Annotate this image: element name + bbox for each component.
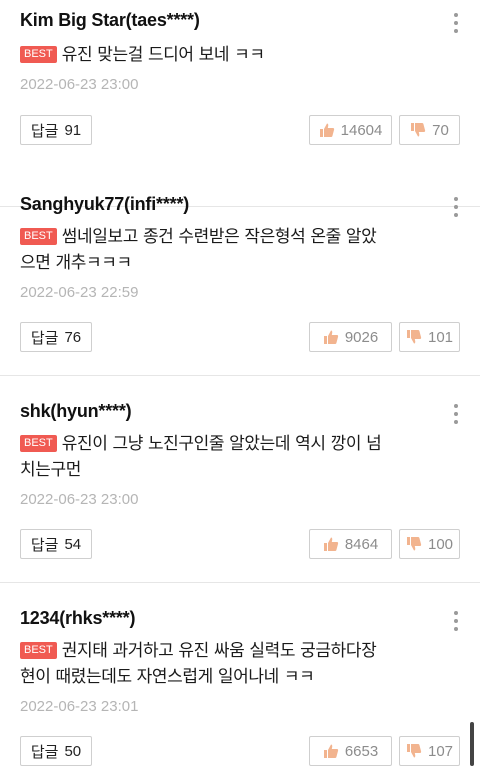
comment-text-line: 치는구먼 — [20, 460, 81, 480]
thumbs-down-icon — [406, 744, 422, 758]
comment-author[interactable]: shk(hyun****) — [20, 401, 132, 422]
comment-author[interactable]: Sanghyuk77(infi****) — [20, 194, 189, 215]
like-count: 8464 — [344, 535, 379, 553]
dislike-button[interactable]: 107 — [399, 736, 460, 766]
comment-text-line: 권지태 과거하고 유진 싸움 실력도 궁금하다장 — [61, 641, 377, 661]
like-button[interactable]: 6653 — [309, 736, 392, 766]
comment-item: Sanghyuk77(infi****) BEST 썸네일보고 종건 수련받은 작… — [0, 169, 480, 376]
more-options-icon[interactable] — [446, 10, 466, 36]
like-count: 9026 — [344, 328, 379, 346]
thumbs-down-icon — [406, 330, 422, 344]
comment-date: 2022-06-23 23:01 — [20, 698, 139, 715]
reply-label: 답글 — [30, 121, 59, 140]
like-button[interactable]: 8464 — [309, 529, 392, 559]
comment-text-line: 으면 개추ㅋㅋㅋ — [20, 253, 132, 273]
like-count: 6653 — [344, 742, 379, 760]
thumbs-up-icon — [323, 744, 338, 758]
comment-date: 2022-06-23 23:00 — [20, 76, 139, 93]
thumbs-up-icon — [323, 537, 338, 551]
reply-label: 답글 — [30, 742, 59, 761]
reply-button[interactable]: 답글 76 — [20, 322, 92, 352]
comment-body: BEST 권지태 과거하고 유진 싸움 실력도 궁금하다장 현이 때렸는데도 자연… — [20, 638, 460, 690]
reply-count: 76 — [64, 328, 82, 346]
reply-button[interactable]: 답글 91 — [20, 115, 92, 145]
comment-text-line: 유진이 그냥 노진구인줄 알았는데 역시 깡이 넘 — [61, 434, 382, 454]
comment-author[interactable]: 1234(rhks****) — [20, 608, 135, 629]
dislike-button[interactable]: 100 — [399, 529, 460, 559]
comment-item: 1234(rhks****) BEST 권지태 과거하고 유진 싸움 실력도 궁금… — [0, 583, 480, 784]
comment-date: 2022-06-23 22:59 — [20, 284, 139, 301]
dislike-count: 101 — [427, 328, 454, 346]
dislike-button[interactable]: 101 — [399, 322, 460, 352]
comment-body: BEST 유진 맞는걸 드디어 보네 ㅋㅋ — [20, 42, 460, 68]
thumbs-up-icon — [323, 330, 338, 344]
like-button[interactable]: 14604 — [309, 115, 392, 145]
comment-text-line: 현이 때렸는데도 자연스럽게 일어나네 ㅋㅋ — [20, 667, 315, 687]
reply-button[interactable]: 답글 54 — [20, 529, 92, 559]
best-badge: BEST — [20, 435, 57, 452]
best-badge: BEST — [20, 46, 57, 63]
thumbs-down-icon — [411, 123, 426, 137]
best-badge: BEST — [20, 228, 57, 245]
comment-text-line: 썸네일보고 종건 수련받은 작은형석 온줄 알았 — [61, 227, 377, 247]
like-button[interactable]: 9026 — [309, 322, 392, 352]
comment-date: 2022-06-23 23:00 — [20, 491, 139, 508]
reply-count: 54 — [64, 535, 82, 553]
reply-label: 답글 — [30, 535, 59, 554]
comment-item: shk(hyun****) BEST 유진이 그냥 노진구인줄 알았는데 역시 깡… — [0, 376, 480, 583]
reply-button[interactable]: 답글 50 — [20, 736, 92, 766]
comment-body: BEST 유진이 그냥 노진구인줄 알았는데 역시 깡이 넘 치는구먼 — [20, 431, 460, 483]
more-options-icon[interactable] — [446, 608, 466, 634]
thumbs-up-icon — [319, 123, 334, 137]
dislike-count: 70 — [432, 121, 449, 139]
scrollbar-thumb[interactable] — [470, 722, 474, 766]
dislike-count: 107 — [427, 742, 454, 760]
dislike-count: 100 — [427, 535, 454, 553]
reply-count: 50 — [64, 742, 82, 760]
comment-text-line: 유진 맞는걸 드디어 보네 ㅋㅋ — [61, 45, 265, 65]
best-badge: BEST — [20, 642, 57, 659]
more-options-icon[interactable] — [446, 401, 466, 427]
comment-body: BEST 썸네일보고 종건 수련받은 작은형석 온줄 알았 으면 개추ㅋㅋㅋ — [20, 224, 460, 276]
more-options-icon[interactable] — [446, 194, 466, 220]
like-count: 14604 — [340, 121, 383, 139]
comment-author[interactable]: Kim Big Star(taes****) — [20, 10, 200, 31]
thumbs-down-icon — [406, 537, 422, 551]
reply-count: 91 — [64, 121, 82, 139]
dislike-button[interactable]: 70 — [399, 115, 460, 145]
reply-label: 답글 — [30, 328, 59, 347]
